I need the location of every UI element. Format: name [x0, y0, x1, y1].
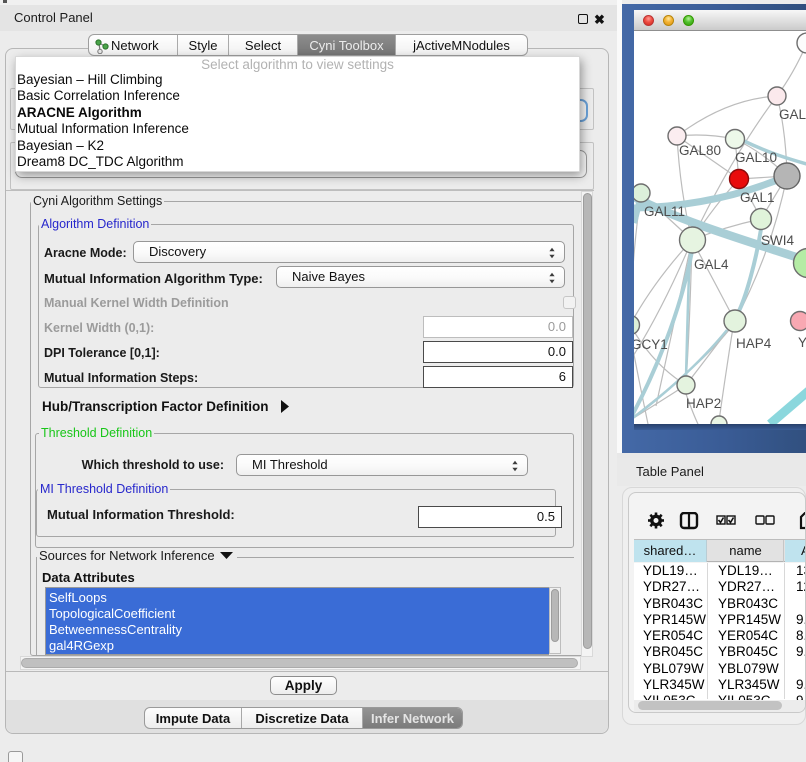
svg-text:GAL: GAL [779, 107, 806, 122]
svg-text:SWI4: SWI4 [761, 233, 794, 248]
svg-text:GAL10: GAL10 [735, 150, 777, 165]
svg-text:HAP2: HAP2 [686, 396, 721, 411]
svg-text:Y: Y [798, 335, 806, 350]
svg-text:GAL11: GAL11 [644, 204, 685, 219]
svg-text:GAL1: GAL1 [740, 190, 775, 205]
svg-text:GCY1: GCY1 [634, 337, 668, 352]
svg-text:HAP4: HAP4 [736, 336, 772, 351]
svg-text:GAL4: GAL4 [694, 257, 729, 272]
svg-text:GAL80: GAL80 [679, 143, 721, 158]
